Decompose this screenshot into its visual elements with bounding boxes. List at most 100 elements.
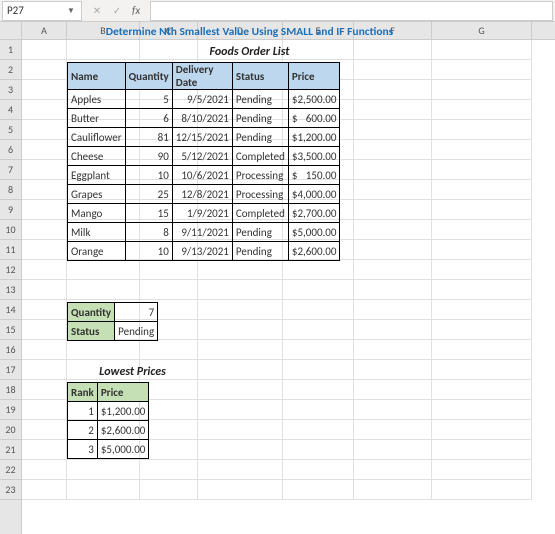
cell-price[interactable]: $2,600.00 (97, 421, 149, 440)
page-title: Determine Nth Smallest Value Using SMALL… (67, 22, 432, 42)
cell-qty[interactable]: 15 (125, 204, 172, 223)
row-header-8[interactable]: 8 (0, 180, 21, 200)
cell-status[interactable]: Completed (232, 204, 288, 223)
confirm-icon[interactable]: ✓ (108, 3, 126, 19)
cell-status[interactable]: Pending (232, 242, 288, 261)
cell-status[interactable]: Pending (232, 223, 288, 242)
row-header-13[interactable]: 13 (0, 280, 21, 300)
col-status[interactable]: Status (232, 63, 288, 90)
cell-name[interactable]: Orange (68, 242, 126, 261)
cell-date[interactable]: 9/13/2021 (172, 242, 232, 261)
cell-qty[interactable]: 5 (125, 90, 172, 109)
cell-status[interactable]: Pending (232, 90, 288, 109)
row-header-3[interactable]: 3 (0, 80, 21, 100)
col-date[interactable]: Delivery Date (172, 63, 232, 90)
cell-date[interactable]: 9/11/2021 (172, 223, 232, 242)
criteria-row-status: Status Pending (68, 322, 158, 341)
row-header-19[interactable]: 19 (0, 400, 21, 420)
cell-qty[interactable]: 10 (125, 242, 172, 261)
cell-qty[interactable]: 81 (125, 128, 172, 147)
cell-date[interactable]: 10/6/2021 (172, 166, 232, 185)
row-header-7[interactable]: 7 (0, 160, 21, 180)
cell-price[interactable]: $2,700.00 (288, 204, 340, 223)
cell-price[interactable]: $1,200.00 (97, 402, 149, 421)
cell-status[interactable]: Processing (232, 185, 288, 204)
col-rank[interactable]: Rank (68, 383, 98, 402)
cell-qty[interactable]: 8 (125, 223, 172, 242)
table-row: Milk89/11/2021Pending$5,000.00 (68, 223, 340, 242)
cell-rank[interactable]: 1 (68, 402, 98, 421)
col-name[interactable]: Name (68, 63, 126, 90)
cell-name[interactable]: Eggplant (68, 166, 126, 185)
row-header-11[interactable]: 11 (0, 240, 21, 260)
col-price2[interactable]: Price (97, 383, 149, 402)
row-header-9[interactable]: 9 (0, 200, 21, 220)
cell-qty[interactable]: 25 (125, 185, 172, 204)
row-header-20[interactable]: 20 (0, 420, 21, 440)
row-header-23[interactable]: 23 (0, 480, 21, 500)
cell-name[interactable]: Cheese (68, 147, 126, 166)
cell-rank[interactable]: 2 (68, 421, 98, 440)
criteria-qty-value[interactable]: 7 (115, 303, 158, 322)
cell-status[interactable]: Pending (232, 109, 288, 128)
row-header-15[interactable]: 15 (0, 320, 21, 340)
row-header-12[interactable]: 12 (0, 260, 21, 280)
cell-price[interactable]: $600.00 (288, 109, 340, 128)
col-price[interactable]: Price (288, 63, 340, 90)
cell-name[interactable]: Apples (68, 90, 126, 109)
cancel-icon[interactable]: ✕ (88, 3, 106, 19)
grid-body[interactable]: ABCDEFG Determine Nth Smallest Value Usi… (22, 22, 555, 534)
cell-date[interactable]: 9/5/2021 (172, 90, 232, 109)
row-header-6[interactable]: 6 (0, 140, 21, 160)
cell-price[interactable]: $3,500.00 (288, 147, 340, 166)
row-header-18[interactable]: 18 (0, 380, 21, 400)
select-all-corner[interactable] (0, 22, 21, 40)
cell-price[interactable]: $4,000.00 (288, 185, 340, 204)
row-header-10[interactable]: 10 (0, 220, 21, 240)
cell-date[interactable]: 8/10/2021 (172, 109, 232, 128)
cell-price[interactable]: $150.00 (288, 166, 340, 185)
cell-rank[interactable]: 3 (68, 440, 98, 459)
cell-status[interactable]: Completed (232, 147, 288, 166)
table-row: Grapes2512/8/2021Processing$4,000.00 (68, 185, 340, 204)
cell-price[interactable]: $1,200.00 (288, 128, 340, 147)
fx-icon[interactable]: fx (128, 4, 144, 17)
cell-qty[interactable]: 6 (125, 109, 172, 128)
criteria-qty-label[interactable]: Quantity (68, 303, 115, 322)
col-header-G[interactable]: G (432, 22, 532, 39)
criteria-status-label[interactable]: Status (68, 322, 115, 341)
row-header-2[interactable]: 2 (0, 60, 21, 80)
cell-date[interactable]: 12/15/2021 (172, 128, 232, 147)
row-header-21[interactable]: 21 (0, 440, 21, 460)
cell-price[interactable]: $5,000.00 (288, 223, 340, 242)
row-header-1[interactable]: 1 (0, 40, 21, 60)
cell-name[interactable]: Grapes (68, 185, 126, 204)
row-header-5[interactable]: 5 (0, 120, 21, 140)
criteria-status-value[interactable]: Pending (115, 322, 158, 341)
row-header-14[interactable]: 14 (0, 300, 21, 320)
cell-price[interactable]: $2,600.00 (288, 242, 340, 261)
row-header-16[interactable]: 16 (0, 340, 21, 360)
row-header-17[interactable]: 17 (0, 360, 21, 380)
cell-status[interactable]: Processing (232, 166, 288, 185)
cell-status[interactable]: Pending (232, 128, 288, 147)
cell-qty[interactable]: 90 (125, 147, 172, 166)
cell-name[interactable]: Butter (68, 109, 126, 128)
cell-qty[interactable]: 10 (125, 166, 172, 185)
col-header-A[interactable]: A (22, 22, 67, 39)
row-header-22[interactable]: 22 (0, 460, 21, 480)
cell-name[interactable]: Mango (68, 204, 126, 223)
cell-price[interactable]: $2,500.00 (288, 90, 340, 109)
cell-date[interactable]: 1/9/2021 (172, 204, 232, 223)
name-box[interactable]: P27 ▼ (2, 1, 82, 21)
chevron-down-icon[interactable]: ▼ (67, 6, 77, 16)
row-header-4[interactable]: 4 (0, 100, 21, 120)
cell-name[interactable]: Cauliflower (68, 128, 126, 147)
cell-date[interactable]: 5/12/2021 (172, 147, 232, 166)
formula-bar-input[interactable] (150, 1, 553, 21)
cell-date[interactable]: 12/8/2021 (172, 185, 232, 204)
cell-name[interactable]: Milk (68, 223, 126, 242)
criteria-table: Quantity 7 Status Pending (67, 302, 158, 341)
cell-price[interactable]: $5,000.00 (97, 440, 149, 459)
col-qty[interactable]: Quantity (125, 63, 172, 90)
